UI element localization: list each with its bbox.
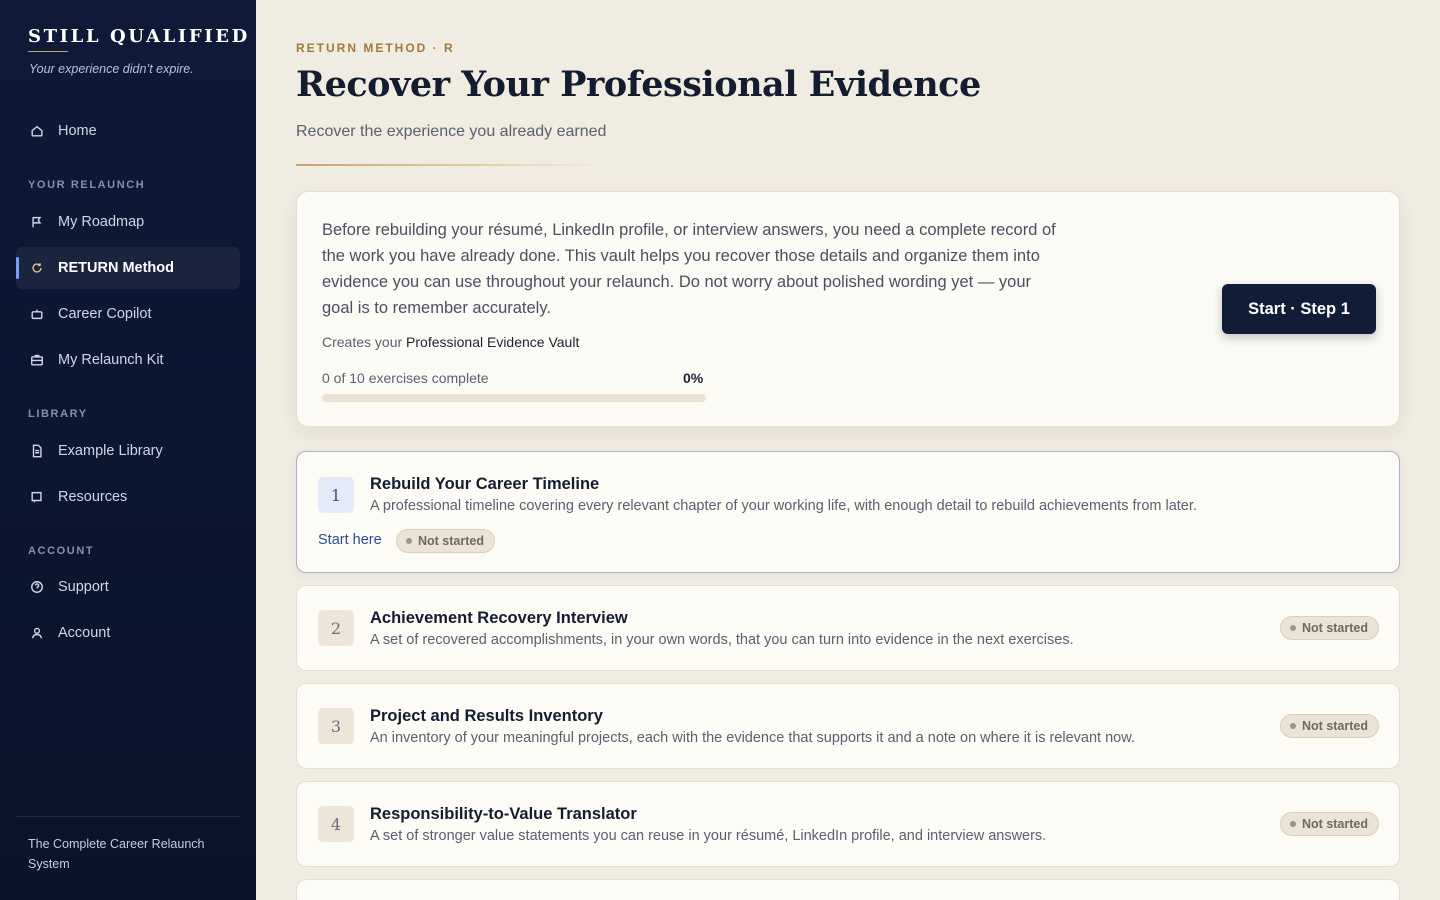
status-badge: Not started: [396, 529, 495, 553]
section-label-library: LIBRARY: [28, 408, 88, 420]
exercise-number: 4: [318, 806, 354, 842]
progress-label: 0 of 10 exercises complete: [322, 370, 489, 386]
status-badge: Not started: [1280, 812, 1379, 836]
status-dot-icon: [1290, 723, 1297, 729]
status-dot-icon: [406, 538, 412, 544]
sidebar-footer-text: The Complete Career Relaunch System: [28, 837, 205, 871]
exercise-card-4[interactable]: 4 Responsibility-to-Value Translator A s…: [296, 781, 1400, 867]
exercise-title: Rebuild Your Career Timeline: [370, 475, 600, 493]
sidebar-item-roadmap[interactable]: My Roadmap: [16, 201, 240, 243]
progress-bar: [322, 394, 706, 402]
sidebar-item-resources[interactable]: Resources: [16, 476, 240, 518]
status-label: Not started: [1302, 817, 1368, 831]
sidebar-item-label: Resources: [58, 489, 128, 505]
section-label-relaunch: YOUR RELAUNCH: [28, 179, 146, 191]
exercise-number: 2: [318, 610, 354, 646]
refresh-icon: [29, 260, 45, 276]
sidebar-item-label: My Roadmap: [58, 214, 145, 230]
exercise-title: Project and Results Inventory: [370, 707, 603, 725]
exercise-description: A set of recovered accomplishments, in y…: [370, 632, 1074, 648]
status-dot-icon: [1290, 625, 1297, 631]
status-dot-icon: [1290, 821, 1297, 827]
brand-divider: [28, 51, 68, 52]
briefcase-icon: [29, 352, 45, 368]
robot-icon: [29, 306, 45, 322]
user-icon: [29, 625, 45, 641]
section-label-account: ACCOUNT: [28, 545, 95, 557]
title-divider: [296, 164, 606, 166]
page-eyebrow: RETURN METHOD · R: [296, 41, 455, 55]
exercise-card-3[interactable]: 3 Project and Results Inventory An inven…: [296, 683, 1400, 769]
document-icon: [29, 443, 45, 459]
status-badge: Not started: [1280, 616, 1379, 640]
flag-icon: [29, 214, 45, 230]
brand-logo[interactable]: STILL QUALIFIED: [28, 26, 250, 47]
exercise-number: 3: [318, 708, 354, 744]
sidebar-item-label: Example Library: [58, 443, 163, 459]
sidebar-item-home[interactable]: Home: [16, 110, 240, 152]
sidebar-item-label: RETURN Method: [58, 260, 174, 276]
status-label: Not started: [1302, 621, 1368, 635]
exercise-description: A set of stronger value statements you c…: [370, 828, 1047, 844]
exercise-card-5-partial[interactable]: [296, 879, 1400, 900]
exercise-card-2[interactable]: 2 Achievement Recovery Interview A set o…: [296, 585, 1400, 671]
sidebar-item-label: Home: [58, 123, 97, 139]
intro-card: Before rebuilding your résumé, LinkedIn …: [296, 191, 1400, 427]
status-label: Not started: [1302, 719, 1368, 733]
start-step-button[interactable]: Start · Step 1: [1222, 284, 1376, 334]
sidebar-item-account[interactable]: Account: [16, 612, 240, 654]
book-icon: [29, 489, 45, 505]
sidebar-item-example-library[interactable]: Example Library: [16, 430, 240, 472]
brand-tagline: Your experience didn’t expire.: [29, 62, 194, 76]
sidebar-item-label: Account: [58, 625, 111, 641]
exercise-description: A professional timeline covering every r…: [370, 498, 1197, 514]
sidebar-item-relaunch-kit[interactable]: My Relaunch Kit: [16, 339, 240, 381]
help-circle-icon: [29, 579, 45, 595]
sidebar-item-label: My Relaunch Kit: [58, 352, 164, 368]
exercise-card-1[interactable]: 1 Rebuild Your Career Timeline A profess…: [296, 451, 1400, 573]
exercise-number: 1: [318, 477, 354, 513]
start-here-link[interactable]: Start here: [318, 532, 382, 548]
vault-name: Professional Evidence Vault: [406, 334, 580, 350]
sidebar-footer-divider: [16, 816, 240, 817]
exercise-description: An inventory of your meaningful projects…: [370, 730, 1135, 746]
sidebar-item-return-method[interactable]: RETURN Method: [16, 247, 240, 289]
progress-percent: 0%: [683, 370, 704, 386]
exercise-title: Responsibility-to-Value Translator: [370, 805, 637, 823]
home-icon: [29, 123, 45, 139]
page-title: Recover Your Professional Evidence: [296, 64, 981, 105]
intro-description: Before rebuilding your résumé, LinkedIn …: [322, 221, 1056, 317]
sidebar-item-support[interactable]: Support: [16, 566, 240, 608]
sidebar-item-career-copilot[interactable]: Career Copilot: [16, 293, 240, 335]
page-subtitle: Recover the experience you already earne…: [296, 123, 607, 140]
status-badge: Not started: [1280, 714, 1379, 738]
sidebar-item-label: Career Copilot: [58, 306, 152, 322]
vault-caption: Creates your Professional Evidence Vault: [322, 334, 579, 350]
main-content: RETURN METHOD · R Recover Your Professio…: [256, 0, 1440, 900]
sidebar-item-label: Support: [58, 579, 109, 595]
sidebar: STILL QUALIFIED Your experience didn’t e…: [0, 0, 256, 900]
exercise-title: Achievement Recovery Interview: [370, 609, 628, 627]
vault-caption-prefix: Creates your: [322, 334, 403, 350]
status-label: Not started: [418, 534, 484, 548]
